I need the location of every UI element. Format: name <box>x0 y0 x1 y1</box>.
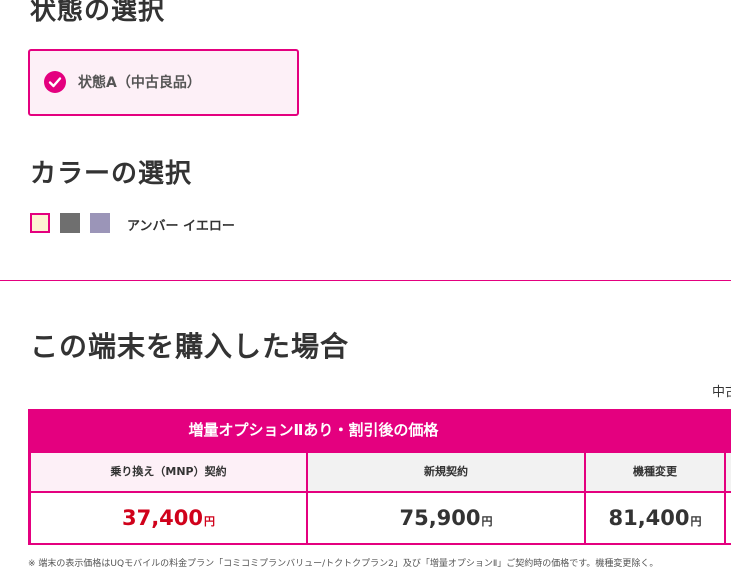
price-cell-mnp: 37,400円 <box>31 493 306 543</box>
price-value: 81,400 <box>608 506 690 530</box>
state-option-card[interactable]: 状態A（中古良品） <box>28 49 299 116</box>
page: 状態の選択 状態A（中古良品） カラーの選択 アンバー イエロー この端末を購入… <box>0 0 731 575</box>
selected-color-name: アンバー イエロー <box>127 219 235 234</box>
column-header-model-change: 機種変更 <box>586 453 724 491</box>
column-header-extra <box>726 453 731 491</box>
purchase-section-title: この端末を購入した場合 <box>30 330 350 363</box>
column-header-new-contract: 新規契約 <box>308 453 584 491</box>
price-table-header: 増量オプションⅡあり・割引後の価格 <box>28 409 731 452</box>
price-unit: 円 <box>204 515 216 528</box>
price-footnote: ※ 端末の表示価格はUQモバイルの料金プラン「コミコミプランバリュー/トクトクプ… <box>28 559 659 569</box>
price-unit: 円 <box>690 515 702 528</box>
cut-off-label: 中古 <box>712 385 731 400</box>
price-cell-model-change: 81,400円 <box>586 493 724 543</box>
price-value: 75,900 <box>399 506 481 530</box>
price-unit: 円 <box>481 515 493 528</box>
section-divider <box>0 280 731 281</box>
state-option-label: 状態A（中古良品） <box>78 75 201 91</box>
color-swatch-gray[interactable] <box>60 213 80 233</box>
color-section-title: カラーの選択 <box>30 159 193 189</box>
color-swatch-amber-yellow[interactable] <box>30 213 50 233</box>
column-header-mnp: 乗り換え（MNP）契約 <box>31 453 306 491</box>
check-circle-icon <box>44 71 66 93</box>
state-section-title: 状態の選択 <box>30 0 166 26</box>
price-value: 37,400 <box>121 506 204 530</box>
price-cell-new-contract: 75,900円 <box>308 493 584 543</box>
price-cell-extra <box>726 493 731 543</box>
price-table-header-text: 増量オプションⅡあり・割引後の価格 <box>188 421 439 439</box>
price-table: 増量オプションⅡあり・割引後の価格 乗り換え（MNP）契約 37,400円 新規… <box>28 409 731 545</box>
color-swatch-lavender[interactable] <box>90 213 110 233</box>
